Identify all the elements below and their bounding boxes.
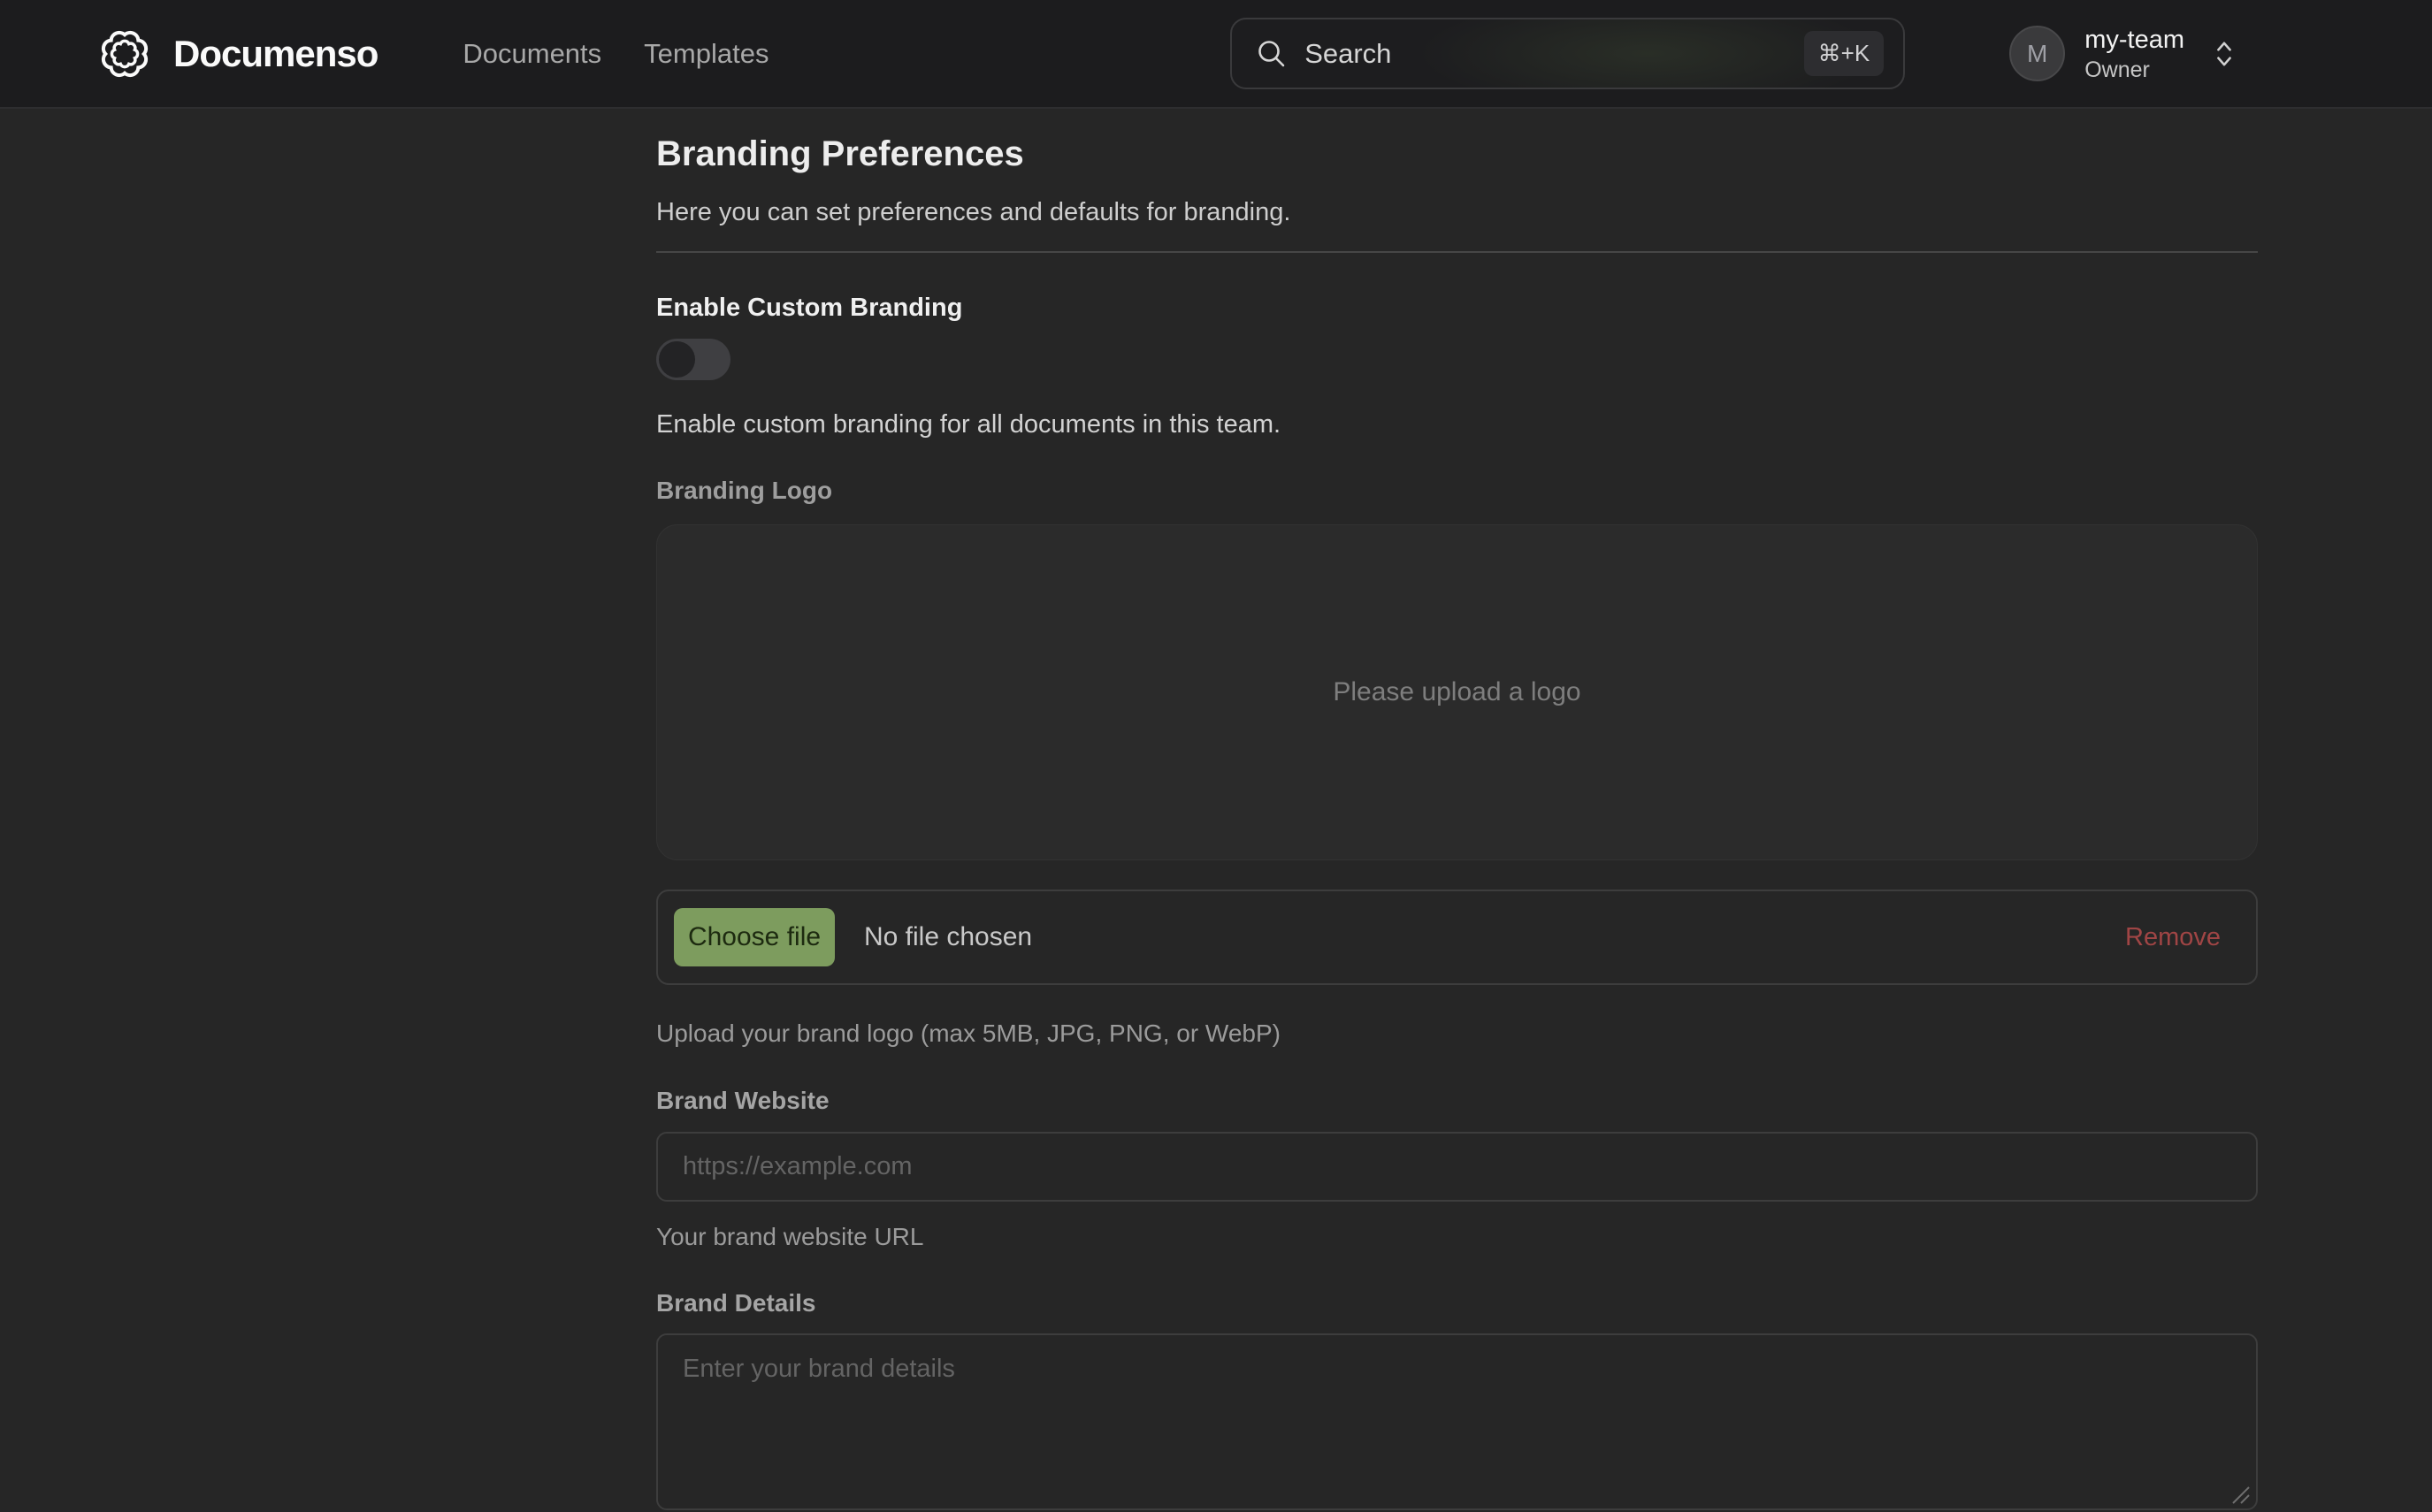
logo-file-input[interactable]: Choose file No file chosen Remove — [656, 890, 2258, 985]
primary-nav: Documents Templates — [463, 38, 769, 70]
documenso-logo-icon — [99, 28, 150, 80]
section-divider — [656, 251, 2258, 253]
logo-dropzone[interactable]: Please upload a logo — [656, 524, 2258, 860]
brand-website-helper: Your brand website URL — [656, 1222, 2258, 1252]
brand-details-label: Brand Details — [656, 1288, 2258, 1318]
search-bar[interactable]: ⌘+K — [1230, 18, 1905, 89]
enable-custom-branding-label: Enable Custom Branding — [656, 292, 2258, 324]
brand-name: Documenso — [173, 33, 378, 75]
brand-website-input[interactable] — [656, 1132, 2258, 1202]
top-navbar: Documenso Documents Templates ⌘+K M my-t… — [0, 0, 2432, 109]
search-input[interactable] — [1304, 38, 1803, 70]
resize-handle-icon[interactable] — [2228, 1482, 2251, 1505]
logo-helper-text: Upload your brand logo (max 5MB, JPG, PN… — [656, 1019, 2258, 1049]
account-role: Owner — [2084, 57, 2184, 83]
account-team-name: my-team — [2084, 24, 2184, 56]
avatar: M — [2009, 26, 2065, 81]
account-menu[interactable]: M my-team Owner — [2009, 24, 2237, 82]
brand-website-label: Brand Website — [656, 1086, 2258, 1116]
chevrons-up-down-icon — [2211, 34, 2237, 74]
remove-logo-button[interactable]: Remove — [2125, 923, 2221, 952]
file-chosen-status: No file chosen — [864, 922, 1032, 952]
toggle-knob — [659, 341, 695, 378]
brand-details-textarea[interactable] — [656, 1333, 2258, 1510]
avatar-initial: M — [2027, 40, 2047, 68]
search-shortcut-badge: ⌘+K — [1804, 31, 1885, 76]
brand[interactable]: Documenso — [99, 28, 378, 80]
page-subtitle: Here you can set preferences and default… — [656, 196, 2258, 228]
page-title: Branding Preferences — [656, 133, 2258, 175]
account-meta: my-team Owner — [2084, 24, 2184, 82]
branding-preferences-panel: Branding Preferences Here you can set pr… — [656, 133, 2258, 1510]
brand-details-field — [656, 1333, 2258, 1510]
nav-link-templates[interactable]: Templates — [644, 38, 769, 70]
branding-logo-label: Branding Logo — [656, 476, 2258, 506]
search-icon — [1255, 37, 1289, 71]
choose-file-button[interactable]: Choose file — [674, 908, 835, 966]
logo-dropzone-text: Please upload a logo — [1333, 677, 1580, 707]
nav-link-documents[interactable]: Documents — [463, 38, 601, 70]
enable-custom-branding-description: Enable custom branding for all documents… — [656, 409, 2258, 440]
enable-custom-branding-toggle[interactable] — [656, 339, 730, 380]
